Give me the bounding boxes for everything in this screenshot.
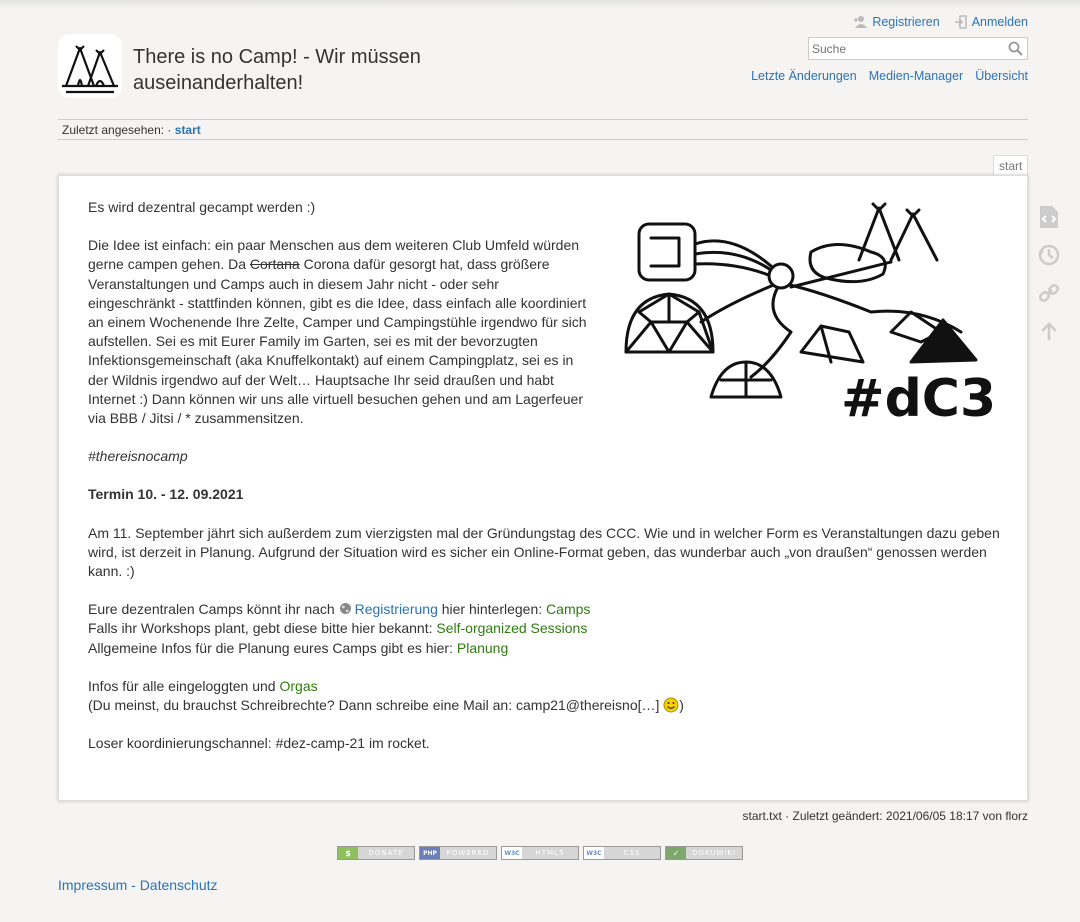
html5-badge[interactable]: W3C HTML5 bbox=[501, 846, 579, 860]
wiki-title[interactable]: There is no Camp! - Wir müssen auseinand… bbox=[133, 44, 421, 96]
php-badge[interactable]: PHP POWERED bbox=[419, 846, 497, 860]
show-source-icon[interactable] bbox=[1037, 204, 1061, 230]
footer-separator: - bbox=[127, 877, 140, 893]
anniversary-paragraph: Am 11. September jährt sich außerdem zum… bbox=[88, 524, 1000, 580]
globe-icon bbox=[339, 603, 351, 615]
search-input[interactable] bbox=[809, 38, 1002, 60]
idea-text-rest: Corona dafür gesorgt hat, dass größere V… bbox=[88, 256, 587, 427]
doc-info: start.txt · Zuletzt geändert: 2021/06/05… bbox=[742, 809, 1029, 823]
site-logo[interactable] bbox=[58, 34, 122, 98]
php-badge-mark: PHP bbox=[420, 847, 440, 859]
php-badge-text: POWERED bbox=[446, 849, 490, 857]
tipi-logo-icon bbox=[62, 45, 118, 94]
sitemap-link[interactable]: Übersicht bbox=[975, 69, 1028, 83]
register-label: Registrieren bbox=[872, 15, 940, 29]
infos-line-text: Infos für alle eingeloggten und bbox=[88, 677, 280, 694]
wiki-title-line1: There is no Camp! - Wir müssen bbox=[133, 46, 421, 68]
page-content: Es wird dezentral gecampt werden :) Die … bbox=[58, 175, 1028, 801]
register-link[interactable]: Registrieren bbox=[852, 15, 940, 29]
css-badge[interactable]: W3C CSS bbox=[583, 846, 661, 860]
user-tools: Registrieren Anmelden bbox=[852, 15, 1028, 29]
dokuwiki-badge-mark: ✓ bbox=[666, 847, 686, 859]
back-to-top-icon[interactable] bbox=[1037, 318, 1061, 344]
orgas-paragraph: Infos für alle eingeloggten und Orgas (D… bbox=[88, 677, 1000, 715]
registrierung-link[interactable]: Registrierung bbox=[355, 601, 438, 617]
planung-line-text: Allgemeine Infos für die Planung eures C… bbox=[88, 639, 457, 656]
page-id-tab[interactable]: start bbox=[993, 155, 1029, 176]
dokuwiki-badge[interactable]: ✓ DOKUWIKI bbox=[665, 846, 743, 860]
hashtag-emphasis: #thereisnocamp bbox=[88, 448, 188, 465]
login-label: Anmelden bbox=[971, 15, 1028, 29]
backlinks-icon[interactable] bbox=[1037, 280, 1061, 306]
html5-badge-text: HTML5 bbox=[535, 849, 565, 857]
wiki-title-line2: auseinanderhalten! bbox=[133, 72, 304, 94]
search-box bbox=[808, 37, 1028, 60]
workshops-line-text: Falls ihr Workshops plant, gebt diese bi… bbox=[88, 620, 437, 637]
mail-line-text: (Du meinst, du brauchst Schreibrechte? D… bbox=[88, 697, 664, 714]
camps-link[interactable]: Camps bbox=[546, 601, 590, 617]
impressum-link[interactable]: Impressum bbox=[58, 877, 127, 893]
mail-line-end: ) bbox=[679, 697, 684, 714]
html5-badge-mark: W3C bbox=[502, 847, 522, 859]
breadcrumb-item-start[interactable]: start bbox=[175, 123, 201, 137]
login-icon bbox=[954, 15, 967, 29]
intro-text: Es wird dezentral gecampt werden :) bbox=[88, 199, 316, 215]
css-badge-text: CSS bbox=[623, 849, 641, 857]
footer-links: Impressum - Datenschutz bbox=[58, 877, 218, 893]
channel-text: Loser koordinierungschannel: #dez-camp-2… bbox=[88, 735, 430, 752]
donate-badge-text: DONATE bbox=[368, 849, 404, 857]
illustration-label: #dC3 bbox=[841, 369, 993, 420]
media-manager-link[interactable]: Medien-Manager bbox=[869, 69, 964, 83]
breadcrumb: Zuletzt angesehen: · start bbox=[58, 119, 1028, 140]
breadcrumb-label: Zuletzt angesehen: bbox=[62, 123, 165, 137]
planung-link[interactable]: Planung bbox=[457, 640, 508, 656]
css-badge-mark: W3C bbox=[584, 847, 604, 859]
footer-badges: $ DONATE PHP POWERED W3C HTML5 W3C CSS ✓ DOKU… bbox=[337, 846, 743, 860]
page-tools bbox=[1037, 204, 1061, 344]
camps-line-mid: hier hinterlegen: bbox=[437, 601, 547, 618]
donate-badge[interactable]: $ DONATE bbox=[337, 846, 415, 860]
donate-badge-mark: $ bbox=[338, 847, 358, 859]
dokuwiki-badge-text: DOKUWIKI bbox=[691, 849, 737, 857]
search-icon[interactable] bbox=[1008, 41, 1023, 56]
sessions-link[interactable]: Self-organized Sessions bbox=[436, 620, 587, 636]
add-user-icon bbox=[854, 16, 868, 28]
orgas-link[interactable]: Orgas bbox=[279, 678, 317, 694]
termin-strong: Termin 10. - 12. 09.2021 bbox=[88, 486, 244, 503]
top-shadow bbox=[0, 0, 1080, 8]
datenschutz-link[interactable]: Datenschutz bbox=[140, 877, 218, 893]
recent-changes-link[interactable]: Letzte Änderungen bbox=[751, 69, 857, 83]
idea-paragraph: Die Idee ist einfach: ein paar Menschen … bbox=[88, 236, 588, 428]
old-revisions-icon[interactable] bbox=[1037, 242, 1061, 268]
camps-line-text: Eure dezentralen Camps könnt ihr nach bbox=[88, 601, 339, 618]
struck-word: Cortana bbox=[249, 256, 300, 273]
hashtag-text: #thereisnocamp bbox=[88, 447, 1000, 466]
breadcrumb-separator: · bbox=[167, 123, 172, 137]
smiley-icon bbox=[663, 697, 679, 713]
links-paragraph: Eure dezentralen Camps könnt ihr nach Re… bbox=[88, 600, 1000, 658]
login-link[interactable]: Anmelden bbox=[954, 15, 1028, 29]
termin-text: Termin 10. - 12. 09.2021 bbox=[88, 485, 1000, 504]
camp-illustration: #dC3 bbox=[624, 202, 993, 420]
site-tools: Letzte Änderungen Medien-Manager Übersic… bbox=[751, 69, 1028, 83]
